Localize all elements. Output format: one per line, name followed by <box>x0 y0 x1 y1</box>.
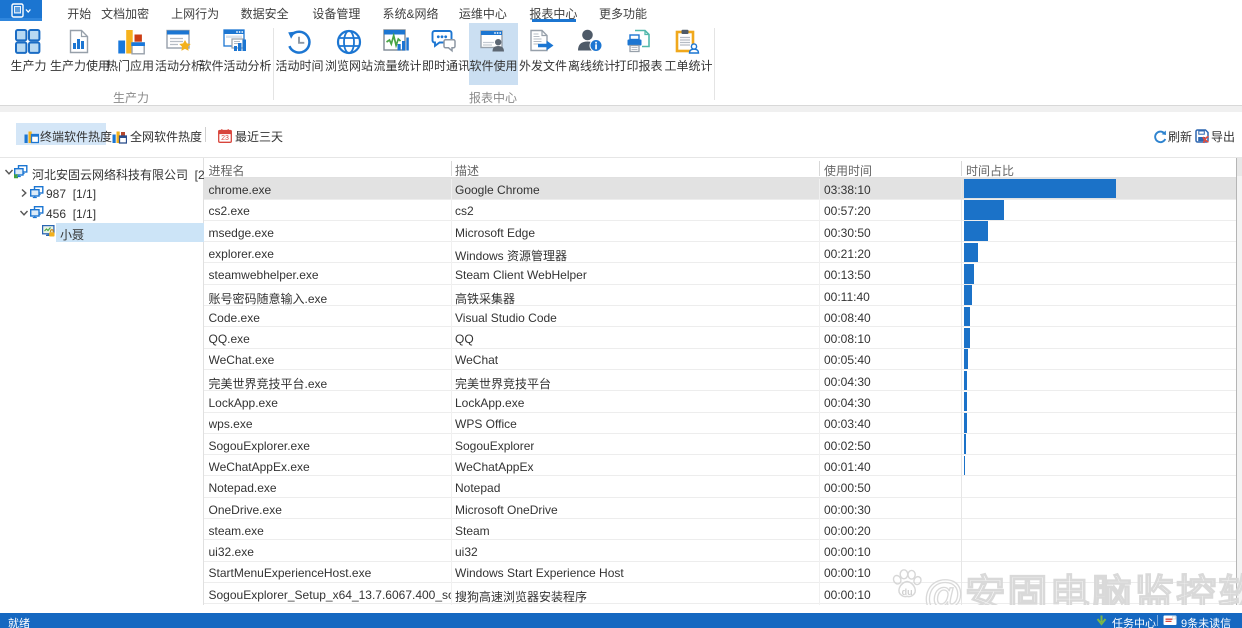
svg-text:23: 23 <box>221 135 229 142</box>
svg-text:du: du <box>902 587 913 597</box>
